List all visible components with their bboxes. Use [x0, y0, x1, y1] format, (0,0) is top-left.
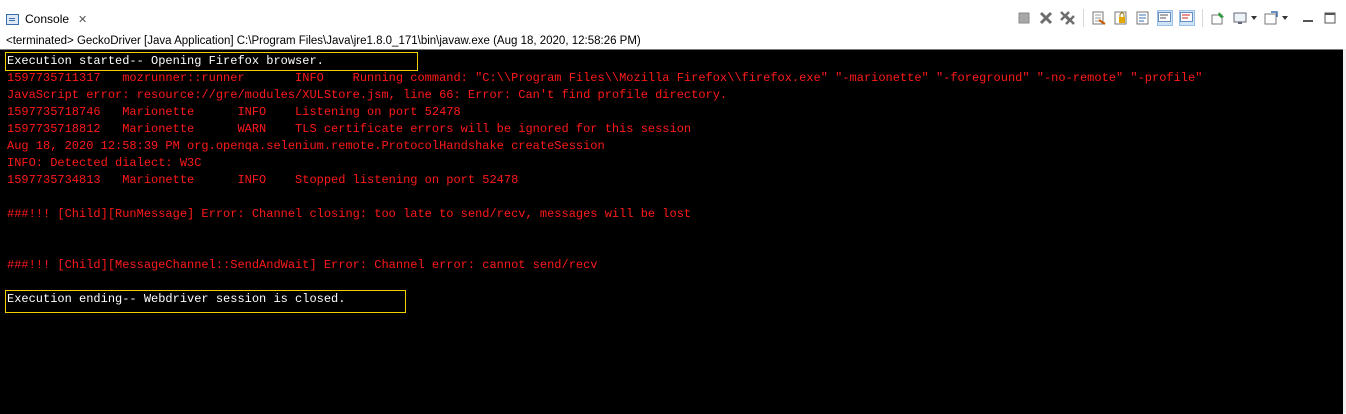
- console-line: INFO: Detected dialect: W3C: [7, 156, 202, 170]
- toolbar-separator: [1083, 9, 1084, 27]
- console-line: 1597735718746 Marionette INFO Listening …: [7, 105, 461, 119]
- terminate-icon[interactable]: [1016, 10, 1032, 26]
- close-icon[interactable]: ✕: [78, 13, 87, 26]
- console-line: 1597735734813 Marionette INFO Stopped li…: [7, 173, 519, 187]
- console-icon: [6, 13, 19, 25]
- console-line: JavaScript error: resource://gre/modules…: [7, 88, 728, 102]
- tab-label: Console: [25, 12, 70, 26]
- console-line: 1597735718812 Marionette WARN TLS certif…: [7, 122, 692, 136]
- console-line: Aug 18, 2020 12:58:39 PM org.openqa.sele…: [7, 139, 605, 153]
- pin-console-icon[interactable]: [1210, 10, 1226, 26]
- launch-status: <terminated> GeckoDriver [Java Applicati…: [6, 35, 641, 47]
- console-line: 1597735711317 mozrunner::runner INFO Run…: [7, 71, 1203, 85]
- console-output[interactable]: Execution started-- Opening Firefox brow…: [0, 49, 1343, 414]
- display-selected-console-icon[interactable]: [1232, 10, 1248, 26]
- chevron-down-icon[interactable]: [1251, 16, 1257, 20]
- toolbar-separator: [1202, 9, 1203, 27]
- console-toolbar: [1010, 9, 1338, 27]
- remove-launch-icon[interactable]: [1038, 10, 1054, 26]
- console-line: ###!!! [Child][MessageChannel::SendAndWa…: [7, 258, 598, 272]
- remove-all-terminated-icon[interactable]: [1060, 10, 1076, 26]
- view-tab-bar: Console ✕: [0, 0, 1346, 34]
- maximize-icon[interactable]: [1322, 10, 1338, 26]
- show-on-stderr-icon[interactable]: [1179, 10, 1195, 26]
- tab-console[interactable]: Console ✕: [0, 8, 87, 30]
- console-line: Execution ending-- Webdriver session is …: [7, 292, 346, 306]
- console-line: Execution started-- Opening Firefox brow…: [7, 54, 324, 68]
- clear-console-icon[interactable]: [1091, 10, 1107, 26]
- scroll-lock-icon[interactable]: [1113, 10, 1129, 26]
- show-on-stdout-icon[interactable]: [1157, 10, 1173, 26]
- chevron-down-icon[interactable]: [1282, 16, 1288, 20]
- console-line: ###!!! [Child][RunMessage] Error: Channe…: [7, 207, 692, 221]
- word-wrap-icon[interactable]: [1135, 10, 1151, 26]
- minimize-icon[interactable]: [1300, 10, 1316, 26]
- open-console-icon[interactable]: [1263, 10, 1279, 26]
